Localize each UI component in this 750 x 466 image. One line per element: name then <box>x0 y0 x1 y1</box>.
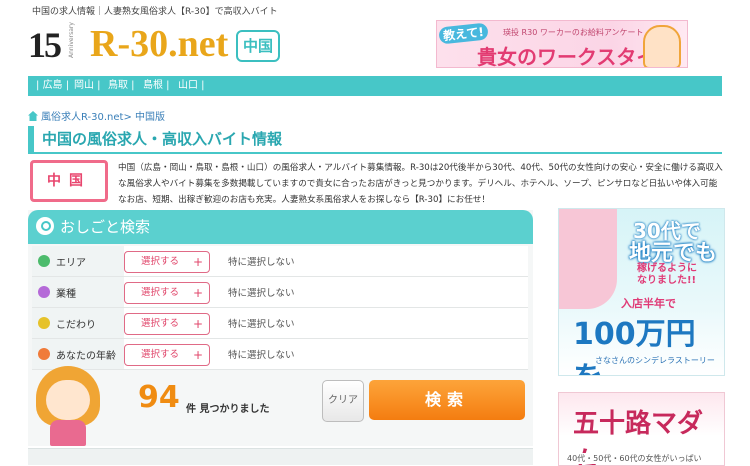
site-tagline: 中国の求人情報｜人妻熟女風俗求人【R-30】で高収入バイト <box>32 7 278 17</box>
page-title-bar: 中国の風俗求人・高収入バイト情報 <box>28 126 722 154</box>
clear-button[interactable]: クリア <box>322 380 364 422</box>
result-count-label: 件 見つかりました <box>186 404 270 415</box>
banner-subtitle: 40代・50代・60代の女性がいっぱい <box>563 453 706 464</box>
banner-line: 稼げるように なりました!! <box>637 263 697 286</box>
site-logo[interactable]: 15 Anniversary R-30.net 中国 <box>28 22 280 65</box>
breadcrumb: 風俗求人R-30.net> 中国版 <box>28 108 165 124</box>
prefecture-nav: | 広島 | 岡山 | 鳥取 | 島根 | 山口 | <box>28 76 722 96</box>
banner-subtitle: 瑛投 R30 ワーカーのお給料アンケート <box>503 28 644 37</box>
banner-caption: さなさんのシンデレラストーリー <box>595 356 715 365</box>
next-section-panel <box>28 448 533 465</box>
page-title: 中国の風俗求人・高収入バイト情報 <box>42 130 283 148</box>
region-description: 中国（広島・岡山・鳥取・島根・山口）の風俗求人・アルバイト募集情報。R-30は2… <box>118 163 723 205</box>
row-label: あなたの年齢 <box>56 351 116 362</box>
banner-lady-photo <box>559 209 617 309</box>
breadcrumb-home-link[interactable]: 風俗求人R-30.net <box>41 112 123 123</box>
row-label-cell: 業種 <box>32 277 124 307</box>
row-label: こだわり <box>56 320 96 331</box>
nav-item-yamaguchi[interactable]: 山口 | <box>178 76 205 96</box>
select-area-button[interactable]: 選択する + <box>124 251 210 273</box>
row-value: 特に選択しない <box>228 257 295 268</box>
row-label: エリア <box>56 258 86 269</box>
search-button[interactable]: 検索 <box>369 380 525 420</box>
result-count: 94 <box>138 380 180 415</box>
cinderella-story-banner[interactable]: 30代で 地元でも 稼げるように なりました!! 入店半年で 100万円を さな… <box>558 208 725 376</box>
map-pin-icon <box>38 255 50 267</box>
region-label-box: 中国 <box>30 160 108 202</box>
row-label-cell: こだわり <box>32 308 124 338</box>
logo-region-badge: 中国 <box>236 30 280 62</box>
search-icon <box>36 217 54 235</box>
butterfly-icon <box>38 286 50 298</box>
breadcrumb-current: 中国版 <box>135 112 166 123</box>
search-row-preference: こだわり 選択する + 特に選択しない <box>32 308 528 339</box>
select-age-button[interactable]: 選択する + <box>124 344 210 366</box>
select-industry-button[interactable]: 選択する + <box>124 282 210 304</box>
workstyle-survey-banner[interactable]: 教えて! 瑛投 R30 ワーカーのお給料アンケート 貴女のワークスタイル <box>436 20 688 68</box>
title-accent <box>28 126 34 152</box>
search-panel-title: おしごと検索 <box>60 218 151 236</box>
search-panel-header: おしごと検索 <box>28 210 533 244</box>
logo-brand: R-30.net <box>90 23 229 65</box>
banner-girl-illustration <box>643 25 681 67</box>
plus-icon: + <box>192 255 203 269</box>
row-value: 特に選択しない <box>228 350 295 361</box>
mascot-girl-illustration <box>36 362 102 448</box>
plus-icon: + <box>192 286 203 300</box>
logo-anniversary-number: 15 <box>28 25 62 65</box>
nav-item-okayama[interactable]: 岡山 | <box>74 76 101 96</box>
nav-item-hiroshima[interactable]: | 広島 | <box>36 76 69 96</box>
nav-item-tottori[interactable]: 鳥取 | <box>108 76 135 96</box>
select-preference-button[interactable]: 選択する + <box>124 313 210 335</box>
search-row-area: エリア 選択する + 特に選択しない <box>32 246 528 277</box>
plus-icon: + <box>192 317 203 331</box>
home-icon <box>28 111 38 121</box>
row-value: 特に選択しない <box>228 319 295 330</box>
house-icon <box>38 348 50 360</box>
row-label-cell: エリア <box>32 246 124 276</box>
logo-anniversary-text: Anniversary <box>68 22 75 58</box>
plus-circle-icon <box>38 317 50 329</box>
row-value: 特に選択しない <box>228 288 295 299</box>
row-label: 業種 <box>56 289 76 300</box>
isoji-madam-banner[interactable]: 五十路マダム 40代・50代・60代の女性がいっぱい <box>558 392 725 466</box>
plus-icon: + <box>192 348 203 362</box>
search-row-age: あなたの年齢 選択する + 特に選択しない <box>32 339 528 370</box>
nav-item-shimane[interactable]: 島根 | <box>143 76 170 96</box>
search-row-industry: 業種 選択する + 特に選択しない <box>32 277 528 308</box>
